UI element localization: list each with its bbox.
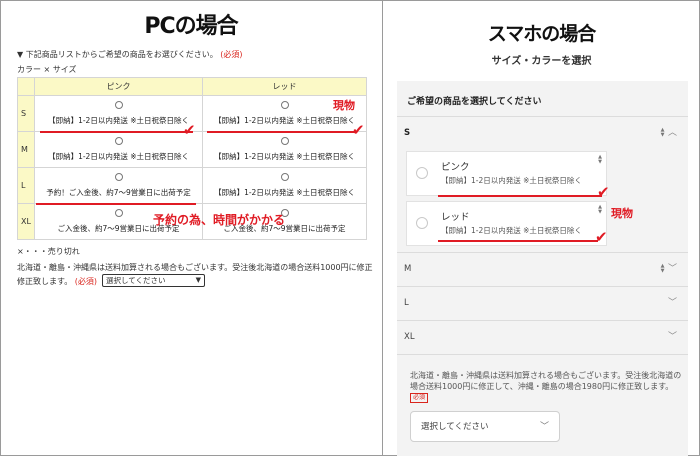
pc-underline-l-pink xyxy=(36,203,196,205)
sp-option-color: ピンク xyxy=(441,162,470,173)
cell-text: 予約！ご入金後、約7～9営業日に出荷予定 xyxy=(46,188,191,197)
chevron-down-icon: ﹀ xyxy=(667,332,677,342)
sp-size-m-row[interactable]: M ▲ ▼ ﹀ xyxy=(397,253,688,286)
sp-select-placeholder: 選択してください xyxy=(421,422,489,432)
sp-shipping-note-text: 北海道・離島・沖縄県は送料加算される場合もございます。受注後北海道の場合送料10… xyxy=(410,371,682,391)
stepper-icon: ▲ ▼ xyxy=(598,154,602,165)
cell-text: 【即納】1-2日以内発送 ※土日祝祭日除く xyxy=(48,152,189,161)
cell-text: 【即納】1-2日以内発送 ※土日祝祭日除く xyxy=(214,116,355,125)
radio-s-red[interactable] xyxy=(280,101,289,109)
sp-option-info: 【即納】1-2日以内発送 ※土日祝祭日除く xyxy=(441,226,582,235)
sp-underline-red xyxy=(438,240,598,242)
stepper-icon: ▲ ▼ xyxy=(660,263,665,274)
sp-underline-pink xyxy=(438,195,602,197)
pc-underline-s-pink xyxy=(40,131,193,133)
pc-shipping-required: (必須) xyxy=(74,277,97,286)
radio-xl-pink[interactable] xyxy=(114,209,123,217)
pc-col-pink: ピンク xyxy=(33,77,204,96)
pc-shipping-note-line2: 修正致します。 xyxy=(17,277,73,286)
pc-shipping-select[interactable]: 選択してください ▼ xyxy=(102,274,205,287)
sp-option-color: レッド xyxy=(441,212,470,223)
pc-title: PCの場合 xyxy=(144,14,238,39)
sp-size-label: M xyxy=(404,264,412,274)
pc-cell-m-pink[interactable]: 【即納】1-2日以内発送 ※土日祝祭日除く xyxy=(33,131,204,168)
pc-cell-l-red[interactable]: 【即納】1-2日以内発送 ※土日祝祭日除く xyxy=(202,167,367,204)
pc-annotation-reserve: 予約の為、時間がかかる xyxy=(153,213,286,227)
sp-subtitle: サイズ・カラーを選択 xyxy=(491,56,592,67)
sp-size-l-row[interactable]: L ﹀ xyxy=(397,287,688,320)
sp-shipping-note: 北海道・離島・沖縄県は送料加算される場合もございます。受注後北海道の場合送料10… xyxy=(410,370,682,403)
sp-title: スマホの場合 xyxy=(487,23,596,45)
cell-text: 【即納】1-2日以内発送 ※土日祝祭日除く xyxy=(214,152,355,161)
pc-annotation-stock: 現物 xyxy=(333,99,355,112)
table-row: L 予約！ご入金後、約7～9営業日に出荷予定 【即納】1-2日以内発送 ※土日祝… xyxy=(17,167,367,204)
radio-red[interactable] xyxy=(416,217,428,229)
stepper-icon: ▲ ▼ xyxy=(598,204,602,215)
radio-m-red[interactable] xyxy=(280,137,289,145)
pc-cell-s-pink[interactable]: 【即納】1-2日以内発送 ※土日祝祭日除く xyxy=(33,95,204,132)
pc-instruction: ▼ 下記商品リストからご希望の商品をお選びください。 (必須) xyxy=(17,49,243,60)
chevron-up-icon: ︿ xyxy=(667,128,677,138)
radio-l-red[interactable] xyxy=(280,173,289,181)
sp-size-xl-row[interactable]: XL ﹀ xyxy=(397,321,688,354)
chevron-down-icon: ﹀ xyxy=(667,298,677,308)
sp-heading: ご希望の商品を選択してください xyxy=(407,97,542,107)
panel-divider xyxy=(382,0,383,456)
chevron-down-icon: ﹀ xyxy=(667,264,677,274)
radio-l-pink[interactable] xyxy=(114,173,123,181)
sp-shipping-select[interactable]: 選択してください ﹀ xyxy=(410,411,560,442)
sp-annotation-stock: 現物 xyxy=(611,207,633,220)
divider xyxy=(397,354,688,355)
pc-row-size-xl: XL xyxy=(17,203,35,240)
pc-shipping-note-line1: 北海道・離島・沖縄県は送料加算される場合もございます。受注後北海道の場合送料10… xyxy=(17,263,373,272)
sp-option-pink[interactable]: ピンク 【即納】1-2日以内発送 ※土日祝祭日除く ▲ ▼ xyxy=(406,151,607,196)
pc-table-header-row: ピンク レッド xyxy=(17,77,367,96)
sp-size-label: L xyxy=(404,298,409,308)
chevron-down-icon: ﹀ xyxy=(539,422,549,432)
pc-row-size-l: L xyxy=(17,167,35,204)
pc-select-value: 選択してください xyxy=(106,276,166,285)
check-mark-icon: ✔ xyxy=(597,183,610,201)
check-mark-icon: ✔ xyxy=(352,121,365,139)
pc-cell-m-red[interactable]: 【即納】1-2日以内発送 ※土日祝祭日除く xyxy=(202,131,367,168)
sp-size-s-row[interactable]: S ▲ ▼ ︿ xyxy=(397,117,688,150)
sp-size-label: S xyxy=(404,128,411,138)
pc-required-mark: (必須) xyxy=(220,50,243,59)
radio-m-pink[interactable] xyxy=(114,137,123,145)
check-mark-icon: ✔ xyxy=(183,121,196,139)
pc-matrix-label: カラー × サイズ xyxy=(17,65,77,74)
required-badge: 必須 xyxy=(410,392,429,403)
pc-col-red: レッド xyxy=(202,77,367,96)
radio-s-pink[interactable] xyxy=(114,101,123,109)
sp-size-label: XL xyxy=(404,332,415,342)
chevron-down-icon: ▼ xyxy=(195,276,201,284)
pc-table-corner xyxy=(17,77,35,96)
check-mark-icon: ✔ xyxy=(595,228,608,246)
pc-row-size-s: S xyxy=(17,95,35,132)
radio-pink[interactable] xyxy=(416,167,428,179)
sp-option-info: 【即納】1-2日以内発送 ※土日祝祭日除く xyxy=(441,176,582,185)
cell-text: 【即納】1-2日以内発送 ※土日祝祭日除く xyxy=(48,116,189,125)
pc-cell-l-pink[interactable]: 予約！ご入金後、約7～9営業日に出荷予定 xyxy=(33,167,204,204)
pc-underline-s-red xyxy=(207,131,355,133)
stepper-icon: ▲ ▼ xyxy=(660,127,665,138)
pc-row-size-m: M xyxy=(17,131,35,168)
pc-soldout-legend: ×・・・売り切れ xyxy=(17,247,80,256)
cell-text: 【即納】1-2日以内発送 ※土日祝祭日除く xyxy=(214,188,355,197)
pc-instruction-text: ▼ 下記商品リストからご希望の商品をお選びください。 xyxy=(17,50,218,59)
